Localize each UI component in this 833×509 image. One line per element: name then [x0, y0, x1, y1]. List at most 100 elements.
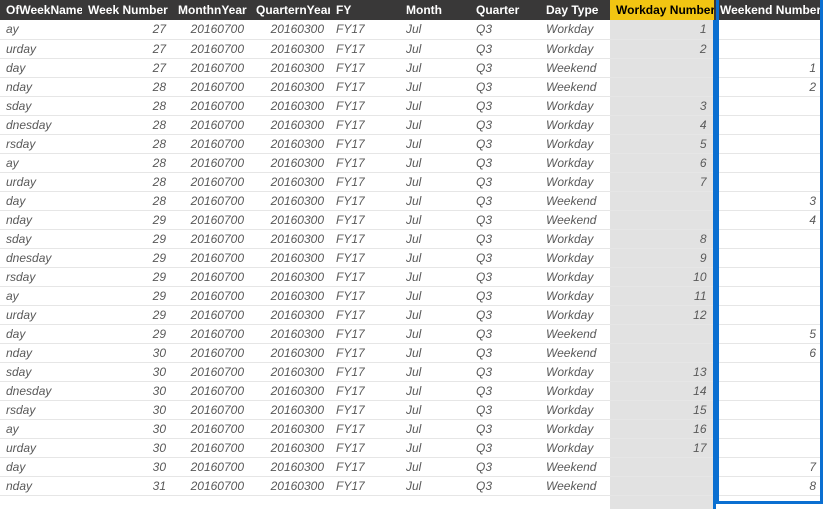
cell-my[interactable]: 20160700 [172, 438, 250, 457]
cell-wd[interactable]: 10 [610, 267, 714, 286]
table-row[interactable]: rsday302016070020160300FY17JulQ3Workday1… [0, 400, 833, 419]
cell-my[interactable]: 20160700 [172, 153, 250, 172]
column-header-mo[interactable]: Month [400, 0, 470, 20]
cell-wd[interactable]: 9 [610, 248, 714, 267]
cell-dt[interactable]: Workday [540, 267, 610, 286]
cell-wd[interactable]: 8 [610, 229, 714, 248]
table-row[interactable]: nday292016070020160300FY17JulQ3Weekend4 [0, 210, 833, 229]
cell-qt[interactable]: Q3 [470, 248, 540, 267]
cell-wn[interactable]: 29 [82, 286, 172, 305]
cell-qy[interactable]: 20160300 [250, 229, 330, 248]
cell-my[interactable]: 20160700 [172, 115, 250, 134]
cell-wd[interactable]: 17 [610, 438, 714, 457]
cell-dow[interactable]: day [0, 191, 82, 210]
cell-mo[interactable]: Jul [400, 229, 470, 248]
cell-qy[interactable]: 20160300 [250, 267, 330, 286]
cell-wd[interactable]: 2 [610, 39, 714, 58]
cell-dow[interactable] [0, 495, 82, 509]
cell-we[interactable] [714, 134, 822, 153]
table-row[interactable]: day282016070020160300FY17JulQ3Weekend3 [0, 191, 833, 210]
cell-we[interactable]: 4 [714, 210, 822, 229]
cell-wn[interactable]: 30 [82, 381, 172, 400]
table-row[interactable]: day292016070020160300FY17JulQ3Weekend5 [0, 324, 833, 343]
table-row[interactable]: urday272016070020160300FY17JulQ3Workday2 [0, 39, 833, 58]
cell-dow[interactable]: urday [0, 39, 82, 58]
cell-wd[interactable]: 7 [610, 172, 714, 191]
cell-qt[interactable]: Q3 [470, 400, 540, 419]
cell-wn[interactable]: 28 [82, 172, 172, 191]
cell-my[interactable]: 20160700 [172, 324, 250, 343]
cell-fy[interactable]: FY17 [330, 362, 400, 381]
cell-qt[interactable]: Q3 [470, 20, 540, 39]
cell-wd[interactable] [610, 191, 714, 210]
column-header-dow[interactable]: OfWeekName [0, 0, 82, 20]
cell-qy[interactable]: 20160300 [250, 248, 330, 267]
cell-dt[interactable]: Workday [540, 96, 610, 115]
cell-dow[interactable]: urday [0, 172, 82, 191]
cell-mo[interactable]: Jul [400, 324, 470, 343]
cell-wd[interactable] [610, 495, 714, 509]
cell-we[interactable] [714, 248, 822, 267]
cell-dow[interactable]: dnesday [0, 248, 82, 267]
cell-dow[interactable]: urday [0, 305, 82, 324]
cell-qt[interactable]: Q3 [470, 96, 540, 115]
cell-fy[interactable]: FY17 [330, 286, 400, 305]
table-row[interactable]: dnesday282016070020160300FY17JulQ3Workda… [0, 115, 833, 134]
cell-my[interactable]: 20160700 [172, 381, 250, 400]
cell-we[interactable] [714, 305, 822, 324]
table-row[interactable]: day302016070020160300FY17JulQ3Weekend7 [0, 457, 833, 476]
cell-we[interactable] [714, 229, 822, 248]
cell-qt[interactable]: Q3 [470, 419, 540, 438]
cell-wn[interactable]: 29 [82, 210, 172, 229]
cell-wd[interactable]: 15 [610, 400, 714, 419]
cell-my[interactable]: 20160700 [172, 229, 250, 248]
table-row[interactable]: dnesday292016070020160300FY17JulQ3Workda… [0, 248, 833, 267]
cell-dow[interactable]: dnesday [0, 381, 82, 400]
cell-dt[interactable]: Weekend [540, 191, 610, 210]
cell-my[interactable]: 20160700 [172, 248, 250, 267]
table-row[interactable]: dnesday302016070020160300FY17JulQ3Workda… [0, 381, 833, 400]
cell-mo[interactable]: Jul [400, 39, 470, 58]
cell-wd[interactable] [610, 324, 714, 343]
cell-fy[interactable]: FY17 [330, 305, 400, 324]
cell-dow[interactable]: ay [0, 286, 82, 305]
cell-dt[interactable]: Weekend [540, 210, 610, 229]
cell-fy[interactable]: FY17 [330, 191, 400, 210]
cell-my[interactable]: 20160700 [172, 400, 250, 419]
cell-qt[interactable]: Q3 [470, 362, 540, 381]
cell-qt[interactable]: Q3 [470, 58, 540, 77]
cell-my[interactable] [172, 495, 250, 509]
cell-dt[interactable]: Workday [540, 229, 610, 248]
cell-my[interactable]: 20160700 [172, 343, 250, 362]
cell-wd[interactable] [610, 457, 714, 476]
cell-dow[interactable]: day [0, 324, 82, 343]
column-header-qy[interactable]: QuarternYear [250, 0, 330, 20]
cell-dt[interactable]: Workday [540, 115, 610, 134]
cell-fy[interactable]: FY17 [330, 20, 400, 39]
cell-dt[interactable]: Workday [540, 172, 610, 191]
cell-we[interactable]: 2 [714, 77, 822, 96]
cell-fy[interactable]: FY17 [330, 457, 400, 476]
cell-qy[interactable]: 20160300 [250, 457, 330, 476]
cell-we[interactable]: 3 [714, 191, 822, 210]
cell-dow[interactable]: rsday [0, 400, 82, 419]
cell-mo[interactable]: Jul [400, 134, 470, 153]
cell-mo[interactable]: Jul [400, 58, 470, 77]
cell-we[interactable] [714, 39, 822, 58]
cell-wn[interactable] [82, 495, 172, 509]
cell-qy[interactable]: 20160300 [250, 343, 330, 362]
table-row[interactable]: nday302016070020160300FY17JulQ3Weekend6 [0, 343, 833, 362]
cell-we[interactable] [714, 172, 822, 191]
cell-my[interactable]: 20160700 [172, 134, 250, 153]
cell-qy[interactable]: 20160300 [250, 58, 330, 77]
cell-my[interactable]: 20160700 [172, 476, 250, 495]
cell-dow[interactable]: rsday [0, 134, 82, 153]
cell-qy[interactable]: 20160300 [250, 438, 330, 457]
cell-dt[interactable]: Workday [540, 286, 610, 305]
cell-dow[interactable]: sday [0, 229, 82, 248]
cell-fy[interactable]: FY17 [330, 134, 400, 153]
cell-fy[interactable]: FY17 [330, 419, 400, 438]
cell-qt[interactable]: Q3 [470, 172, 540, 191]
column-header-we[interactable]: Weekend Number [714, 0, 822, 20]
cell-qt[interactable]: Q3 [470, 343, 540, 362]
